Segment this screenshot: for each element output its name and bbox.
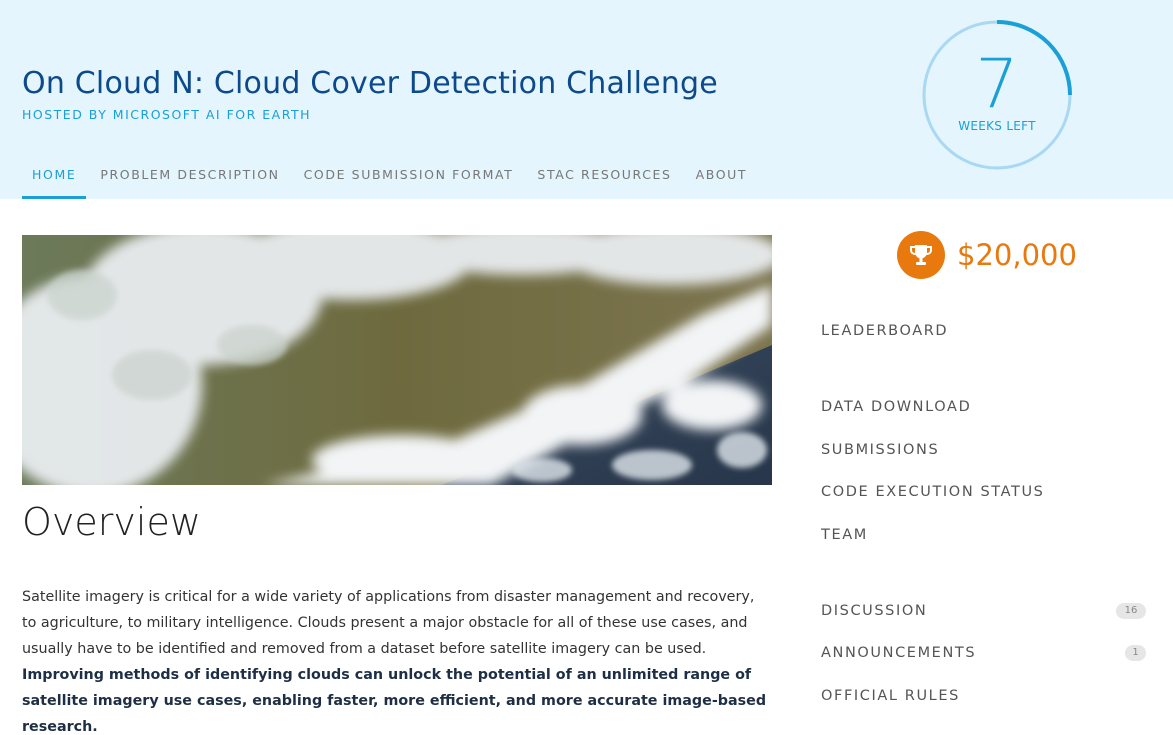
tab-stac-resources[interactable]: STAC RESOURCES [527, 165, 681, 199]
tab-about[interactable]: ABOUT [686, 165, 758, 199]
page-header: On Cloud N: Cloud Cover Detection Challe… [0, 0, 1173, 199]
overview-heading: Overview [22, 500, 201, 544]
leaderboard-link[interactable]: LEADERBOARD [821, 323, 948, 339]
tab-problem-description[interactable]: PROBLEM DESCRIPTION [90, 165, 289, 199]
data-download-link[interactable]: DATA DOWNLOAD [821, 399, 971, 415]
announcements-count-badge: 1 [1125, 645, 1146, 661]
team-link[interactable]: TEAM [821, 527, 868, 543]
prize-amount: $20,000 [897, 231, 1077, 279]
satellite-hero-image [22, 235, 772, 485]
intro-bold-text: Improving methods of identifying clouds … [22, 667, 767, 735]
weeks-left-timer: 7 WEEKS LEFT [921, 19, 1073, 171]
overview-description: Satellite imagery is critical for a wide… [22, 584, 772, 735]
tab-code-submission-format[interactable]: CODE SUBMISSION FORMAT [294, 165, 524, 199]
announcements-link[interactable]: ANNOUNCEMENTS [821, 645, 976, 661]
code-execution-status-link[interactable]: CODE EXECUTION STATUS [821, 484, 1044, 500]
official-rules-link[interactable]: OFFICIAL RULES [821, 688, 960, 704]
submissions-link[interactable]: SUBMISSIONS [821, 442, 939, 458]
trophy-icon [897, 231, 945, 279]
host-subtitle: HOSTED BY MICROSOFT AI FOR EARTH [22, 107, 312, 122]
timer-value: 7 [975, 45, 1019, 124]
discussion-count-badge: 16 [1116, 603, 1146, 619]
timer-label: WEEKS LEFT [958, 119, 1036, 133]
prize-value: $20,000 [957, 238, 1077, 272]
tab-home[interactable]: HOME [22, 165, 87, 199]
page-title: On Cloud N: Cloud Cover Detection Challe… [22, 66, 718, 101]
discussion-link[interactable]: DISCUSSION [821, 603, 927, 619]
intro-text: Satellite imagery is critical for a wide… [22, 589, 755, 657]
nav-tabs: HOME PROBLEM DESCRIPTION CODE SUBMISSION… [22, 165, 761, 199]
